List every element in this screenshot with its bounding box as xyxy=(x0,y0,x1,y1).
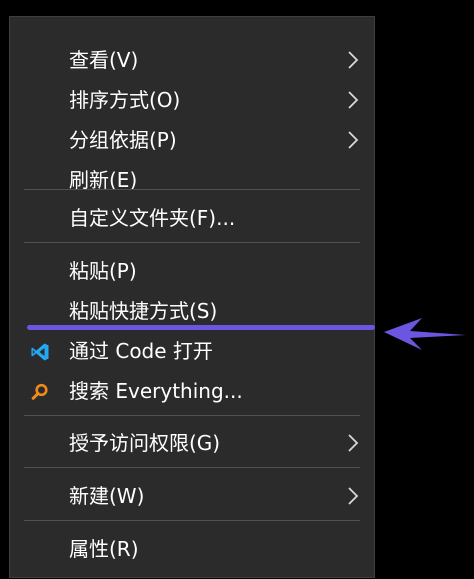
menu-item-label: 粘贴(P) xyxy=(69,259,137,283)
menu-item-paste[interactable]: 粘贴(P) xyxy=(10,251,374,291)
context-menu: 查看(V) 排序方式(O) 分组依据(P) 刷新(E) 自定义文件夹(F)...… xyxy=(9,16,375,578)
menu-separator xyxy=(24,520,360,521)
chevron-right-icon xyxy=(348,131,359,149)
menu-item-customize-folder[interactable]: 自定义文件夹(F)... xyxy=(10,198,374,238)
menu-item-label: 查看(V) xyxy=(69,48,139,72)
vscode-icon xyxy=(31,343,49,361)
menu-separator xyxy=(24,189,360,190)
menu-item-label: 搜索 Everything... xyxy=(69,379,243,403)
menu-item-label: 刷新(E) xyxy=(69,168,138,192)
chevron-right-icon xyxy=(348,51,359,69)
menu-item-group-by[interactable]: 分组依据(P) xyxy=(10,120,374,160)
menu-item-new[interactable]: 新建(W) xyxy=(10,476,374,516)
menu-separator xyxy=(24,242,360,243)
search-icon xyxy=(31,383,48,400)
chevron-right-icon xyxy=(348,91,359,109)
menu-item-label: 通过 Code 打开 xyxy=(69,339,213,363)
menu-item-label: 自定义文件夹(F)... xyxy=(69,206,236,230)
menu-item-label: 分组依据(P) xyxy=(69,128,177,152)
menu-item-label: 排序方式(O) xyxy=(69,88,181,112)
chevron-right-icon xyxy=(348,487,359,505)
menu-item-label: 属性(R) xyxy=(69,537,139,561)
menu-separator xyxy=(24,467,360,468)
menu-item-sort-by[interactable]: 排序方式(O) xyxy=(10,80,374,120)
menu-separator xyxy=(24,415,360,416)
menu-item-properties[interactable]: 属性(R) xyxy=(10,529,374,569)
menu-item-refresh[interactable]: 刷新(E) xyxy=(10,160,374,200)
pointer-arrow-icon xyxy=(384,318,466,350)
menu-item-open-with-code[interactable]: 通过 Code 打开 xyxy=(10,331,374,371)
menu-item-label: 新建(W) xyxy=(69,484,145,508)
menu-item-view[interactable]: 查看(V) xyxy=(10,40,374,80)
annotation-underline xyxy=(27,325,375,330)
menu-item-label: 授予访问权限(G) xyxy=(69,431,221,455)
menu-item-give-access[interactable]: 授予访问权限(G) xyxy=(10,423,374,463)
menu-item-search-everything[interactable]: 搜索 Everything... xyxy=(10,371,374,411)
chevron-right-icon xyxy=(348,434,359,452)
